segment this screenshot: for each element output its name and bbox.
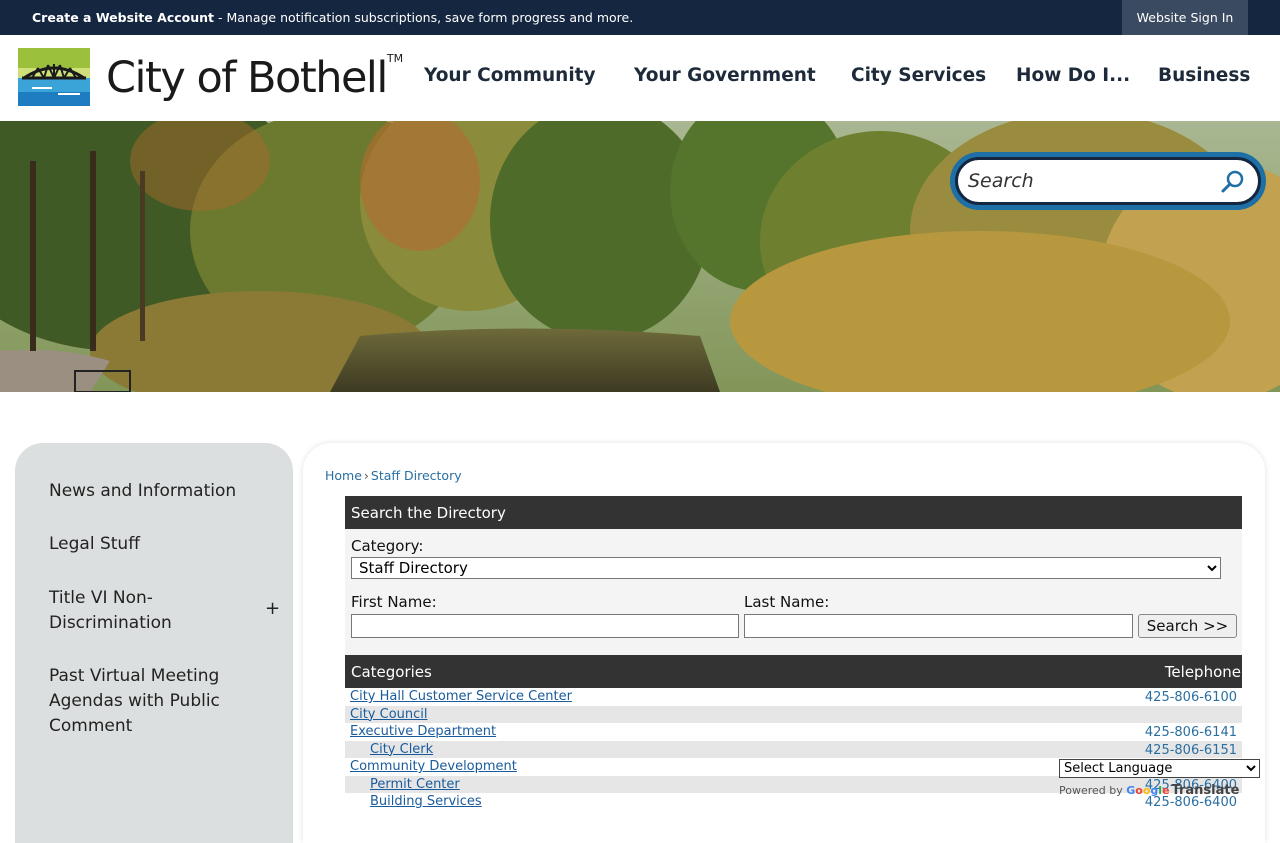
- google-translate-widget: Select Language Powered by Google Transla…: [1059, 759, 1260, 800]
- category-link[interactable]: Permit Center: [370, 777, 460, 792]
- powered-by-label: Powered by: [1059, 784, 1123, 797]
- nav-city-services[interactable]: City Services: [851, 65, 986, 86]
- table-row: City Council: [345, 705, 1242, 723]
- side-navigation: News and Information Legal Stuff Title V…: [15, 443, 293, 843]
- create-account-link[interactable]: Create a Website Account: [32, 10, 214, 25]
- search-icon[interactable]: [1220, 169, 1246, 195]
- telephone-number: 425-806-6151: [1144, 742, 1237, 758]
- city-logo[interactable]: City of BothellTM: [18, 48, 403, 108]
- category-label: Category:: [351, 537, 424, 555]
- nav-business[interactable]: Business: [1158, 65, 1250, 86]
- categories-column-header: Categories: [351, 663, 432, 681]
- translate-link[interactable]: Translate: [1172, 783, 1240, 798]
- directory-search-button[interactable]: Search >>: [1138, 614, 1237, 638]
- nav-your-community[interactable]: Your Community: [424, 65, 596, 86]
- categories-table-header: Categories Telephone: [345, 655, 1242, 688]
- top-bar: Create a Website Account - Manage notifi…: [0, 0, 1280, 35]
- nav-your-government[interactable]: Your Government: [634, 65, 816, 86]
- site-header: City of BothellTM Your Community Your Go…: [0, 35, 1280, 121]
- telephone-number: 425-806-6100: [1144, 690, 1237, 705]
- nav-how-do-i[interactable]: How Do I...: [1016, 65, 1130, 86]
- sidebar-item-legal[interactable]: Legal Stuff: [49, 532, 259, 557]
- search-box: [955, 157, 1261, 205]
- create-account-banner[interactable]: Create a Website Account - Manage notifi…: [32, 10, 633, 25]
- sidebar-item-past-meetings[interactable]: Past Virtual Meeting Agendas with Public…: [49, 664, 249, 739]
- last-name-label: Last Name:: [744, 593, 830, 611]
- logo-text: City of BothellTM: [106, 52, 404, 103]
- sidebar-item-title-vi[interactable]: Title VI Non-Discrimination: [49, 586, 219, 636]
- table-row: City Clerk 425-806-6151: [345, 740, 1242, 758]
- category-select[interactable]: Staff Directory: [351, 557, 1221, 579]
- google-logo: Google: [1126, 784, 1170, 797]
- language-select[interactable]: Select Language: [1059, 759, 1260, 778]
- bridge-logo-icon: [18, 48, 90, 106]
- category-link[interactable]: Building Services: [370, 794, 482, 809]
- category-link[interactable]: Community Development: [350, 759, 517, 774]
- last-name-field[interactable]: [744, 614, 1133, 638]
- powered-by-google: Powered by Google Translate: [1059, 783, 1239, 798]
- directory-search-form: Category: Staff Directory First Name: La…: [345, 529, 1242, 655]
- category-link[interactable]: City Hall Customer Service Center: [350, 689, 572, 704]
- first-name-label: First Name:: [351, 593, 437, 611]
- category-link[interactable]: City Council: [350, 707, 428, 722]
- first-name-field[interactable]: [351, 614, 739, 638]
- expand-toggle-icon[interactable]: +: [265, 598, 280, 619]
- telephone-number: 425-806-6141: [1144, 725, 1237, 740]
- website-sign-in-button[interactable]: Website Sign In: [1122, 0, 1248, 35]
- breadcrumb-separator: ›: [363, 468, 369, 483]
- breadcrumb: Home › Staff Directory: [325, 468, 462, 483]
- category-link[interactable]: Executive Department: [350, 724, 496, 739]
- telephone-column-header: Telephone: [1164, 663, 1241, 681]
- create-account-description: - Manage notification subscriptions, sav…: [214, 10, 634, 25]
- search-input[interactable]: [968, 168, 1208, 194]
- site-search: [950, 152, 1266, 210]
- directory-search-heading: Search the Directory: [345, 496, 1242, 529]
- breadcrumb-staff-directory[interactable]: Staff Directory: [371, 468, 462, 483]
- breadcrumb-home[interactable]: Home: [325, 468, 362, 483]
- sidebar-item-news[interactable]: News and Information: [49, 479, 259, 504]
- category-link[interactable]: City Clerk: [370, 742, 433, 757]
- table-row: Executive Department 425-806-6141: [345, 723, 1242, 741]
- table-row: City Hall Customer Service Center 425-80…: [345, 688, 1242, 706]
